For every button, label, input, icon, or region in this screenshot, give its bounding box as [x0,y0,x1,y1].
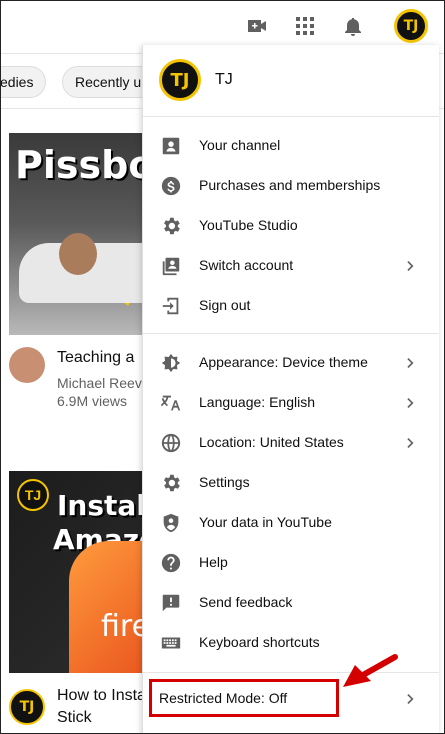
switch-account-icon [159,254,183,278]
menu-item-your-data-in-youtube[interactable]: Your data in YouTube [143,503,439,543]
menu-account-header: TJ TJ [143,45,439,117]
avatar-initials: TJ [19,699,35,715]
menu-item-label: Purchases and memberships [199,177,381,193]
shield-person-icon [159,511,183,535]
globe-icon [159,431,183,455]
menu-item-label: YouTube Studio [199,217,298,233]
restricted-mode-highlight-box [149,679,339,717]
gear-icon [159,214,183,238]
avatar-initials: TJ [403,18,419,34]
menu-item-label: Keyboard shortcuts [199,634,320,650]
channel-avatar[interactable]: TJ [9,689,45,725]
menu-avatar: TJ [159,59,201,101]
chevron-right-icon [401,256,421,276]
account-name: TJ [215,71,233,88]
dollar-circle-icon [159,174,183,198]
apps-grid-icon[interactable] [292,13,318,39]
menu-item-send-feedback[interactable]: Send feedback [143,583,439,623]
chip-label: Recently up [75,74,149,90]
chevron-right-icon [401,433,421,453]
menu-item-purchases-and-memberships[interactable]: Purchases and memberships [143,166,439,206]
avatar-initials: TJ [170,69,190,91]
chip-comedies[interactable]: edies [0,66,47,98]
create-video-icon[interactable] [244,13,270,39]
account-avatar-button[interactable]: TJ [394,9,428,43]
chevron-right-icon [401,353,421,373]
keyboard-icon [159,631,183,655]
video-title[interactable]: Teaching a [57,347,134,369]
menu-divider [143,333,439,334]
tj-logo-badge: TJ [17,479,49,511]
menu-item-label: Your data in YouTube [199,514,332,530]
video-title-line1[interactable]: How to Insta [57,685,146,707]
menu-item-language-english[interactable]: Language: English [143,383,439,423]
notifications-bell-icon[interactable] [340,13,366,39]
person-box-icon [159,134,183,158]
menu-item-label: Appearance: Device theme [199,354,368,370]
menu-item-label: Send feedback [199,594,293,610]
menu-item-label: Sign out [199,297,251,313]
sign-out-icon [159,294,183,318]
menu-item-location-united-states[interactable]: Location: United States [143,423,439,463]
video-title-line2[interactable]: Stick [57,707,92,729]
appearance-icon [159,351,183,375]
menu-item-youtube-studio[interactable]: YouTube Studio [143,206,439,246]
red-arrow-annotation [343,654,398,687]
menu-item-label: Settings [199,474,250,490]
chevron-right-icon [401,393,421,413]
menu-item-appearance-device-theme[interactable]: Appearance: Device theme [143,343,439,383]
help-icon [159,551,183,575]
menu-item-sign-out[interactable]: Sign out [143,286,439,326]
gear-icon [159,471,183,495]
channel-name[interactable]: Michael Reeve [57,373,150,393]
menu-item-settings[interactable]: Settings [143,463,439,503]
channel-avatar[interactable] [9,347,45,383]
menu-item-label: Your channel [199,137,281,153]
thumbnail-text-1: Instal [57,489,146,522]
youtube-window: TJ edies Recently up Pissbot 9000 Teachi… [0,0,445,734]
menu-item-switch-account[interactable]: Switch account [143,246,439,286]
menu-item-label: Switch account [199,257,294,273]
feedback-icon [159,591,183,615]
menu-item-label: Location: United States [199,434,344,450]
account-menu: TJ TJ Your channel Purchases and membersh… [142,45,439,733]
menu-item-help[interactable]: Help [143,543,439,583]
chevron-right-icon [401,689,421,709]
chip-label: edies [0,74,34,90]
menu-item-your-channel[interactable]: Your channel [143,126,439,166]
view-count: 6.9M views [57,393,128,409]
person-head-image [59,233,97,275]
menu-item-label: Help [199,554,228,570]
translate-icon [159,391,183,415]
menu-item-label: Language: English [199,394,315,410]
